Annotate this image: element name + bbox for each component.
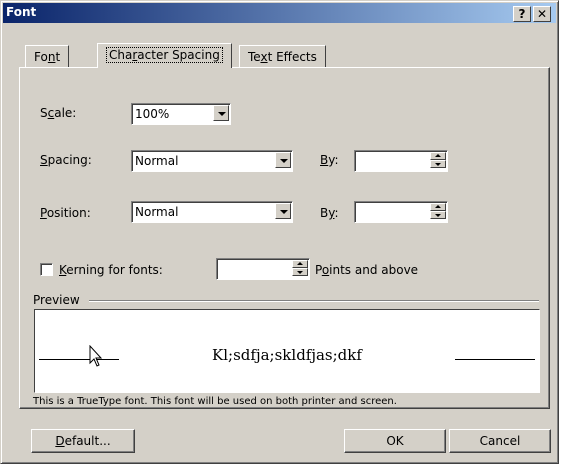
spacing-by-label: By: [320, 153, 339, 167]
spacing-by-spinner[interactable] [354, 150, 448, 172]
spin-up-icon[interactable] [430, 203, 446, 211]
font-dialog: Font ? ✕ Font Character Spacing Text Eff… [0, 0, 559, 464]
preview-divider [89, 300, 539, 302]
preview-sample-text: Kl;sdfja;skldfjas;dkf [212, 346, 362, 364]
position-combo[interactable]: Normal [131, 201, 293, 223]
ok-button[interactable]: OK [344, 429, 446, 453]
scale-combo[interactable]: 100% [131, 103, 231, 125]
position-by-spinner[interactable] [354, 201, 448, 223]
title-bar[interactable]: Font ? ✕ [3, 3, 556, 23]
kerning-suffix-label: Points and above [315, 263, 419, 277]
chevron-down-icon[interactable] [213, 105, 229, 121]
kerning-checkbox[interactable] [40, 263, 53, 276]
preview-label: Preview [33, 293, 80, 307]
scale-value: 100% [135, 107, 170, 121]
spin-up-icon[interactable] [292, 260, 308, 268]
chevron-down-icon[interactable] [275, 152, 291, 168]
tab-text-effects[interactable]: Text Effects [239, 45, 326, 68]
spin-down-icon[interactable] [292, 268, 308, 276]
spacing-value: Normal [135, 154, 179, 168]
tab-font[interactable]: Font [25, 45, 70, 68]
help-button[interactable]: ? [513, 6, 531, 22]
preview-baseline-right [455, 359, 535, 360]
kerning-label[interactable]: Kerning for fonts: [59, 263, 163, 277]
spacing-combo[interactable]: Normal [131, 150, 293, 172]
spin-down-icon[interactable] [430, 160, 446, 168]
position-value: Normal [135, 205, 179, 219]
preview-note: This is a TrueType font. This font will … [33, 396, 397, 407]
position-by-label: By: [320, 206, 339, 220]
close-button[interactable]: ✕ [533, 6, 551, 22]
spin-up-icon[interactable] [430, 152, 446, 160]
tab-character-spacing[interactable]: Character Spacing [97, 43, 232, 68]
default-button[interactable]: Default... [31, 429, 135, 453]
preview-box: Kl;sdfja;skldfjas;dkf [34, 309, 540, 393]
chevron-down-icon[interactable] [275, 203, 291, 219]
spin-down-icon[interactable] [430, 211, 446, 219]
window-title: Font [6, 5, 37, 19]
kerning-points-spinner[interactable] [216, 258, 310, 280]
mouse-cursor-icon [89, 345, 103, 367]
position-label: Position: [40, 206, 91, 220]
scale-label: Scale: [40, 106, 77, 120]
spacing-label: Spacing: [40, 153, 92, 167]
cancel-button[interactable]: Cancel [449, 429, 551, 453]
